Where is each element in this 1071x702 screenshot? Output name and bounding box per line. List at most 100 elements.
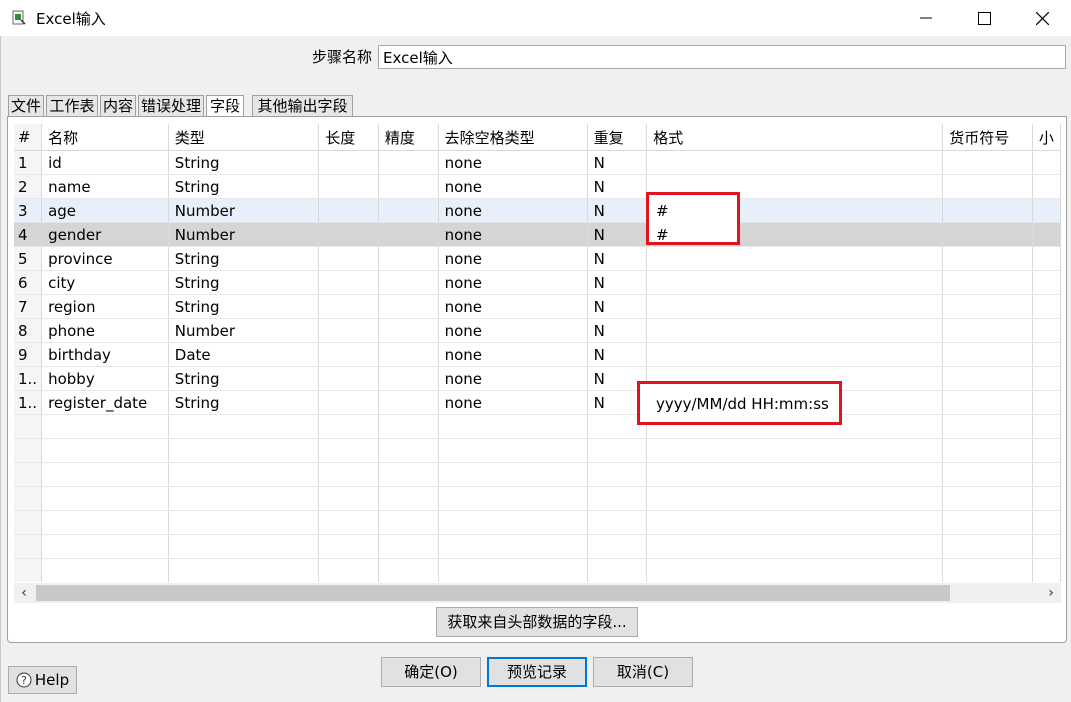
- row-index-cell[interactable]: 2: [14, 174, 43, 199]
- field-format-cell[interactable]: [646, 270, 944, 295]
- field-decimal-cell[interactable]: [1032, 366, 1061, 391]
- field-format-cell[interactable]: [646, 558, 944, 582]
- field-trim-type-cell[interactable]: none: [438, 390, 588, 415]
- field-trim-type-cell[interactable]: none: [438, 366, 588, 391]
- col-header-length[interactable]: 长度: [318, 124, 379, 151]
- field-type-cell[interactable]: Number: [168, 222, 320, 247]
- row-index-cell[interactable]: 1..: [14, 390, 43, 415]
- field-trim-type-cell[interactable]: none: [438, 174, 588, 199]
- row-index-cell[interactable]: [14, 510, 43, 535]
- field-trim-type-cell[interactable]: none: [438, 150, 588, 175]
- field-length-cell[interactable]: [318, 486, 379, 511]
- field-name-cell[interactable]: birthday: [41, 342, 169, 367]
- field-name-cell[interactable]: [41, 414, 169, 439]
- field-trim-type-cell[interactable]: [438, 486, 588, 511]
- field-length-cell[interactable]: [318, 198, 379, 223]
- scroll-left-icon[interactable]: ‹: [14, 583, 34, 603]
- close-button[interactable]: [1013, 0, 1071, 36]
- field-length-cell[interactable]: [318, 174, 379, 199]
- field-precision-cell[interactable]: [378, 174, 439, 199]
- field-trim-type-cell[interactable]: [438, 438, 588, 463]
- field-precision-cell[interactable]: [378, 246, 439, 271]
- tab-error-handling[interactable]: 错误处理: [138, 95, 204, 117]
- field-precision-cell[interactable]: [378, 198, 439, 223]
- field-currency-cell[interactable]: [942, 558, 1033, 582]
- field-length-cell[interactable]: [318, 438, 379, 463]
- field-precision-cell[interactable]: [378, 222, 439, 247]
- field-currency-cell[interactable]: [942, 294, 1033, 319]
- field-name-cell[interactable]: name: [41, 174, 169, 199]
- col-header-precision[interactable]: 精度: [378, 124, 439, 151]
- row-index-cell[interactable]: 8: [14, 318, 43, 343]
- field-repeat-cell[interactable]: [587, 486, 648, 511]
- field-length-cell[interactable]: [318, 294, 379, 319]
- field-type-cell[interactable]: [168, 558, 320, 582]
- field-repeat-cell[interactable]: [587, 462, 648, 487]
- step-name-input[interactable]: [378, 45, 1066, 69]
- field-precision-cell[interactable]: [378, 270, 439, 295]
- field-format-cell[interactable]: [646, 246, 944, 271]
- field-name-cell[interactable]: [41, 486, 169, 511]
- field-length-cell[interactable]: [318, 390, 379, 415]
- field-decimal-cell[interactable]: [1032, 294, 1061, 319]
- field-decimal-cell[interactable]: [1032, 222, 1061, 247]
- field-currency-cell[interactable]: [942, 486, 1033, 511]
- table-row[interactable]: 7 region String none N: [14, 294, 1061, 319]
- field-decimal-cell[interactable]: [1032, 462, 1061, 487]
- field-type-cell[interactable]: [168, 534, 320, 559]
- field-decimal-cell[interactable]: [1032, 318, 1061, 343]
- row-index-cell[interactable]: [14, 462, 43, 487]
- col-header-type[interactable]: 类型: [168, 124, 320, 151]
- field-length-cell[interactable]: [318, 366, 379, 391]
- maximize-button[interactable]: [955, 0, 1013, 36]
- field-length-cell[interactable]: [318, 462, 379, 487]
- field-format-cell[interactable]: [646, 486, 944, 511]
- field-name-cell[interactable]: city: [41, 270, 169, 295]
- field-type-cell[interactable]: [168, 462, 320, 487]
- field-name-cell[interactable]: [41, 558, 169, 582]
- field-trim-type-cell[interactable]: [438, 414, 588, 439]
- field-type-cell[interactable]: Date: [168, 342, 320, 367]
- field-repeat-cell[interactable]: N: [587, 246, 648, 271]
- table-row[interactable]: [14, 414, 1061, 439]
- field-type-cell[interactable]: String: [168, 246, 320, 271]
- field-length-cell[interactable]: [318, 414, 379, 439]
- field-format-cell[interactable]: [646, 438, 944, 463]
- field-length-cell[interactable]: [318, 510, 379, 535]
- field-name-cell[interactable]: [41, 510, 169, 535]
- field-precision-cell[interactable]: [378, 486, 439, 511]
- field-decimal-cell[interactable]: [1032, 414, 1061, 439]
- field-length-cell[interactable]: [318, 558, 379, 582]
- scroll-right-icon[interactable]: ›: [1041, 583, 1061, 603]
- field-currency-cell[interactable]: [942, 222, 1033, 247]
- field-name-cell[interactable]: id: [41, 150, 169, 175]
- field-decimal-cell[interactable]: [1032, 558, 1061, 582]
- table-row[interactable]: 2 name String none N: [14, 174, 1061, 199]
- tab-other-output-fields[interactable]: 其他输出字段: [252, 95, 353, 117]
- field-trim-type-cell[interactable]: none: [438, 318, 588, 343]
- col-header-decimal[interactable]: 小: [1032, 124, 1061, 151]
- field-repeat-cell[interactable]: N: [587, 222, 648, 247]
- field-name-cell[interactable]: gender: [41, 222, 169, 247]
- field-repeat-cell[interactable]: [587, 438, 648, 463]
- table-row[interactable]: [14, 462, 1061, 487]
- field-name-cell[interactable]: [41, 438, 169, 463]
- table-row[interactable]: 3 age Number none N: [14, 198, 1061, 223]
- table-row[interactable]: 9 birthday Date none N: [14, 342, 1061, 367]
- field-decimal-cell[interactable]: [1032, 270, 1061, 295]
- table-row[interactable]: [14, 510, 1061, 535]
- fields-table[interactable]: # 名称 类型 长度 精度 去除空格类型 重复 格式 货币符号 小 1 id Str…: [14, 124, 1061, 582]
- field-decimal-cell[interactable]: [1032, 342, 1061, 367]
- field-name-cell[interactable]: register_date: [41, 390, 169, 415]
- ok-button[interactable]: 确定(O): [381, 657, 481, 687]
- field-trim-type-cell[interactable]: none: [438, 294, 588, 319]
- field-trim-type-cell[interactable]: none: [438, 246, 588, 271]
- field-currency-cell[interactable]: [942, 198, 1033, 223]
- field-type-cell[interactable]: [168, 438, 320, 463]
- field-length-cell[interactable]: [318, 246, 379, 271]
- table-row[interactable]: 6 city String none N: [14, 270, 1061, 295]
- field-precision-cell[interactable]: [378, 558, 439, 582]
- field-currency-cell[interactable]: [942, 510, 1033, 535]
- field-decimal-cell[interactable]: [1032, 246, 1061, 271]
- field-format-cell[interactable]: [646, 150, 944, 175]
